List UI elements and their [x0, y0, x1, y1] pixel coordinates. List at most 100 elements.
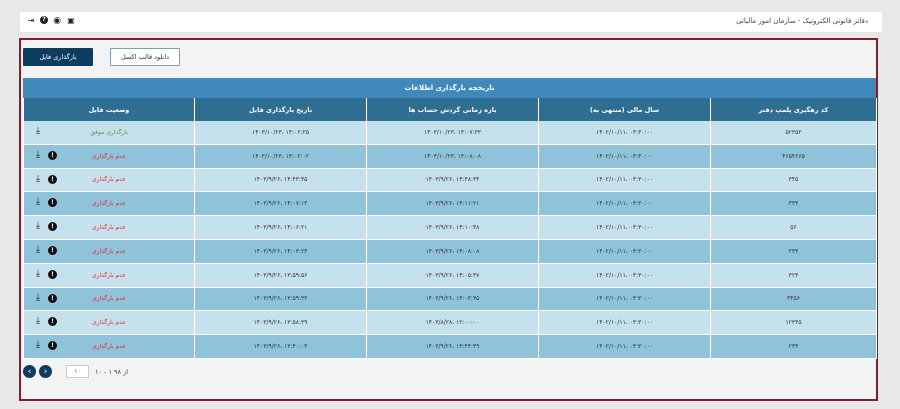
cell-code: ۲۳۴ — [710, 239, 877, 264]
history-table: وضعیت فایل تاریخ بارگذاری فایل بازه زمان… — [23, 98, 877, 359]
download-icon[interactable]: ⤓ — [36, 150, 40, 160]
error-info-icon[interactable]: ! — [47, 222, 57, 232]
app-title: دفاتر قانونی الکترونیک - سازمان امور مال… — [736, 17, 868, 25]
cell-code: ۳۳۴ — [710, 191, 877, 217]
status-text: عدم بارگذاری — [91, 224, 126, 232]
table-row: ⤓! عدم بارگذاری ۱۴۰۳/۹/۲۶، ۱۴:۰۶:۲۱ ۱۴۰۳/۹/… — [23, 215, 877, 240]
row-actions: ⤓! — [36, 317, 57, 327]
cell-fiscal: ۱۴۰۲/۱۰/۱۱، ۰۳:۳۰:۰۰ — [538, 191, 711, 217]
status-text: عدم بارگذاری — [91, 176, 126, 184]
cell-period: ۱۴۰۳/۹/۲۶، ۱۳:۴۴:۴۹ — [366, 334, 539, 359]
row-actions: ⤓! — [36, 222, 57, 232]
error-info-icon[interactable]: ! — [47, 317, 57, 327]
download-template-button[interactable]: دانلود قالب اکسل — [110, 48, 180, 66]
row-actions: ⤓! — [36, 198, 57, 208]
table-row: ⤓! عدم بارگذاری ۱۴۰۳/۹/۲۶، ۱۳:۴۰:۰۳ ۱۴۰۳/۹/… — [23, 334, 877, 359]
cell-fiscal: ۱۴۰۲/۱۰/۱۱، ۰۳:۳۰:۰۰ — [538, 215, 711, 240]
cell-period: ۱۴۰۳/۹/۲۶، ۱۴:۰۸:۰۸ — [366, 239, 539, 264]
row-actions: ⤓! — [36, 245, 57, 255]
cell-code: ۱۲۳۴۵ — [710, 310, 877, 336]
error-info-icon[interactable]: ! — [47, 269, 57, 279]
table-row: ⤓! عدم بارگذاری ۱۴۰۳/۹/۲۶، ۱۴:۰۷:۱۲ ۱۴۰۳/۹/… — [23, 191, 877, 217]
cell-fiscal: ۱۴۰۲/۱۰/۱۱، ۰۳:۳۰:۰۰ — [538, 263, 711, 288]
cell-code: ۳۲۴ — [710, 263, 877, 288]
error-info-icon[interactable]: ! — [47, 198, 57, 208]
col-date: تاریخ بارگذاری فایل — [194, 98, 367, 121]
status-text: عدم بارگذاری — [91, 200, 126, 208]
error-info-icon[interactable]: ! — [47, 293, 57, 303]
row-actions: ⤓! — [36, 174, 57, 184]
status-text: عدم بارگذاری — [91, 295, 126, 303]
cell-period: ۱۴۰۳/۱۰/۲۳، ۱۴:۰۷:۳۳ — [366, 121, 539, 145]
upload-file-button[interactable]: بارگذاری فایل — [23, 48, 93, 66]
status-text: بارگذاری موفق — [90, 128, 128, 136]
cell-code: ۳۴۵ — [710, 168, 877, 193]
table-row: ⤓! عدم بارگذاری ۱۴۰۳/۹/۲۶، ۱۳:۵۹:۳۳ ۱۴۰۳/۹/… — [23, 287, 877, 312]
cell-date: ۱۴۰۳/۹/۲۶، ۱۳:۵۹:۳۳ — [194, 287, 367, 312]
cell-period: ۱۴۰۳/۱۰/۲۳، ۱۴:۰۸:۰۸ — [366, 144, 539, 169]
col-code: کد رهگیری پلمپ دفتر — [710, 98, 877, 121]
error-info-icon[interactable]: ! — [47, 341, 57, 351]
cell-period: ۱۴۰۳/۹/۲۶، ۱۴:۱۱:۲۱ — [366, 191, 539, 217]
download-icon[interactable]: ⤓ — [36, 341, 40, 350]
table-row: ⤓ بارگذاری موفق ۱۴۰۳/۱۰/۲۳، ۱۴:۰۲:۲۵ ۱۴۰۳/۱… — [23, 121, 877, 145]
main-panel: دانلود قالب اکسل بارگذاری فایل تاریخچه ب… — [19, 38, 878, 401]
cell-date: ۱۴۰۳/۹/۲۶، ۱۳:۵۸:۳۹ — [194, 310, 367, 336]
row-actions: ⤓! — [36, 341, 57, 351]
cell-fiscal: ۱۴۰۲/۱۰/۱۱، ۰۳:۳۰:۰۰ — [538, 144, 711, 169]
download-icon[interactable]: ⤓ — [36, 127, 40, 136]
download-icon[interactable]: ⤓ — [36, 269, 40, 279]
next-page-button[interactable]: › — [39, 365, 52, 378]
row-actions: ⤓ — [36, 127, 40, 136]
download-icon[interactable]: ⤓ — [36, 174, 40, 184]
cell-date: ۱۴۰۳/۹/۲۶، ۱۴:۰۳:۲۴ — [194, 239, 367, 264]
status-text: عدم بارگذاری — [91, 343, 126, 351]
cell-period: ۱۴۰۳/۹/۲۶، ۱۴:۱۰:۴۸ — [366, 215, 539, 240]
error-info-icon[interactable]: ! — [47, 150, 57, 160]
table-row: ⤓! عدم بارگذاری ۱۴۰۳/۹/۲۶، ۱۳:۵۹:۵۶ ۱۴۰۳/۹/… — [23, 263, 877, 288]
help-icon[interactable]: ? — [40, 16, 48, 24]
cell-code: ۲۳۴ — [710, 334, 877, 359]
row-actions: ⤓! — [36, 293, 57, 303]
download-icon[interactable]: ⤓ — [36, 198, 40, 207]
page-range: ۱۰ - ۱ از ۹۸ — [95, 367, 129, 376]
download-icon[interactable]: ⤓ — [36, 245, 40, 255]
page-size-select[interactable]: ۱۰ — [66, 365, 89, 378]
error-info-icon[interactable]: ! — [47, 174, 57, 184]
cell-code: ۴۶۵۴۶۶۵ — [710, 144, 877, 169]
cell-date: ۱۴۰۳/۹/۲۶، ۱۴:۴۳:۴۵ — [194, 168, 367, 193]
status-text: عدم بارگذاری — [91, 152, 126, 160]
eye-icon[interactable]: ◉ — [52, 16, 62, 26]
cell-code: ۵۶ — [710, 215, 877, 240]
status-text: عدم بارگذاری — [91, 319, 126, 327]
cell-fiscal: ۱۴۰۲/۱۰/۱۱، ۰۳:۳۰:۰۰ — [538, 287, 711, 312]
cell-code: ۵۲۳۵۲ — [710, 121, 877, 145]
pagination: ‹ › ۱۰ ۱۰ - ۱ از ۹۸ — [23, 365, 128, 378]
cell-fiscal: ۱۴۰۲/۱۰/۱۱، ۰۳:۳۰:۰۰ — [538, 168, 711, 193]
cell-fiscal: ۱۴۰۲/۱۰/۱۱، ۰۳:۳۰:۰۰ — [538, 121, 711, 145]
cell-period: ۱۴۰۳/۹/۲۶، ۱۴:۰۳:۴۵ — [366, 287, 539, 312]
table-caption: تاریخچه بارگذاری اطلاعات — [23, 78, 876, 98]
error-info-icon[interactable]: ! — [47, 245, 57, 255]
row-actions: ⤓! — [36, 150, 57, 160]
prev-page-button[interactable]: ‹ — [23, 365, 36, 378]
download-icon[interactable]: ⤓ — [36, 293, 40, 303]
table-row: ⤓! عدم بارگذاری ۱۴۰۳/۹/۲۶، ۱۴:۰۳:۲۴ ۱۴۰۳/۹/… — [23, 239, 877, 264]
cell-code: ۳۴۵۶ — [710, 287, 877, 312]
cell-fiscal: ۱۴۰۲/۱۰/۱۱، ۰۳:۳۰:۰۰ — [538, 310, 711, 336]
cell-fiscal: ۱۴۰۲/۱۰/۱۱، ۰۳:۳۰:۰۰ — [538, 239, 711, 264]
table-row: ⤓! عدم بارگذاری ۱۴۰۳/۱۰/۲۳، ۱۴:۰۲:۰۲ ۱۴۰۳/۱… — [23, 144, 877, 169]
download-icon[interactable]: ⤓ — [36, 222, 40, 231]
book-icon[interactable]: ▣ — [66, 16, 76, 26]
cell-period: ۱۴۰۳/۸/۲۸، ۱۲:۰۰:۰۰ — [366, 310, 539, 336]
status-text: عدم بارگذاری — [91, 271, 126, 279]
table-row: ⤓! عدم بارگذاری ۱۴۰۳/۹/۲۶، ۱۳:۵۸:۳۹ ۱۴۰۳/۸/… — [23, 310, 877, 336]
cell-period: ۱۴۰۳/۹/۲۶، ۱۴:۰۵:۳۷ — [366, 263, 539, 288]
cell-date: ۱۴۰۳/۹/۲۶، ۱۳:۴۰:۰۳ — [194, 334, 367, 359]
cell-date: ۱۴۰۳/۹/۲۶، ۱۴:۰۷:۱۲ — [194, 191, 367, 217]
download-icon[interactable]: ⤓ — [36, 317, 40, 326]
row-actions: ⤓! — [36, 269, 57, 279]
logout-icon[interactable]: ⇥ — [26, 16, 36, 26]
cell-date: ۱۴۰۳/۱۰/۲۳، ۱۴:۰۲:۰۲ — [194, 144, 367, 169]
cell-fiscal: ۱۴۰۲/۱۰/۱۱، ۰۳:۳۰:۰۰ — [538, 334, 711, 359]
